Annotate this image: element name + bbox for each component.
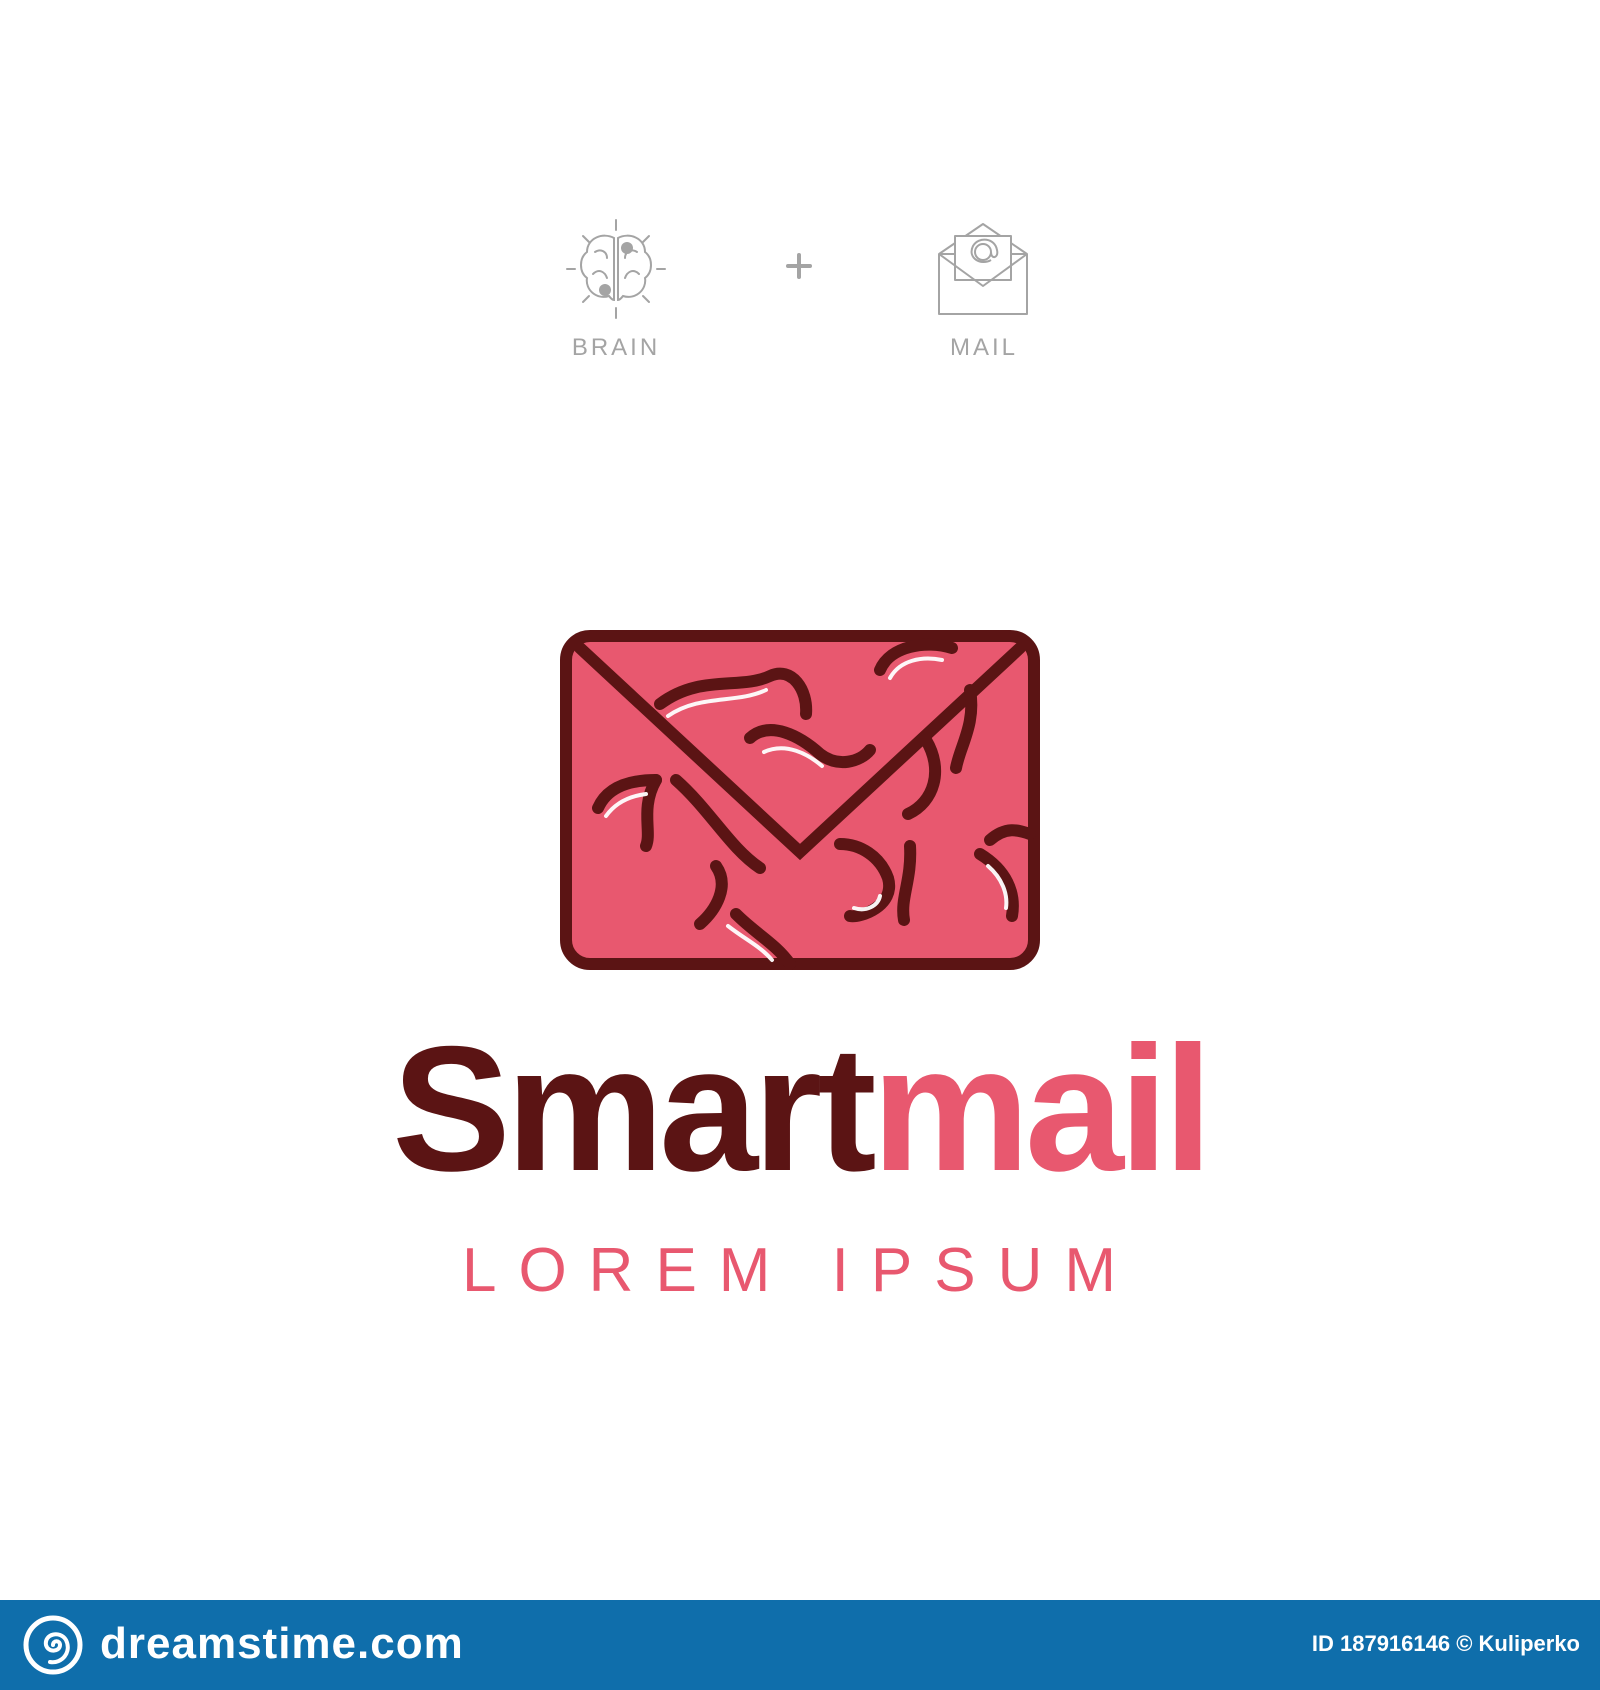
footer-bar: dreamstime.com ID 187916146 © Kuliperko (0, 1600, 1600, 1690)
brand-tagline: LOREM IPSUM (461, 1236, 1139, 1305)
spiral-logo-icon (23, 1615, 83, 1675)
brain-concept-label: BRAIN (571, 334, 661, 361)
mail-concept-label: MAIL (949, 334, 1018, 361)
brain-icon (566, 219, 666, 319)
footer-image-credit: ID 187916146 © Kuliperko (1311, 1631, 1580, 1656)
footer-brand-name: dreamstime.com (100, 1619, 464, 1668)
logo-presentation: BRAIN MAIL Smartmail LOREM IPSUM (0, 0, 1600, 1600)
wordmark-smart: Smart (392, 1009, 877, 1208)
brain-envelope-logo-icon (560, 630, 1040, 970)
brand-wordmark: Smartmail (0, 1020, 1600, 1198)
plus-icon (786, 253, 812, 279)
wordmark-mail: mail (871, 1009, 1213, 1208)
envelope-at-icon (938, 223, 1028, 315)
